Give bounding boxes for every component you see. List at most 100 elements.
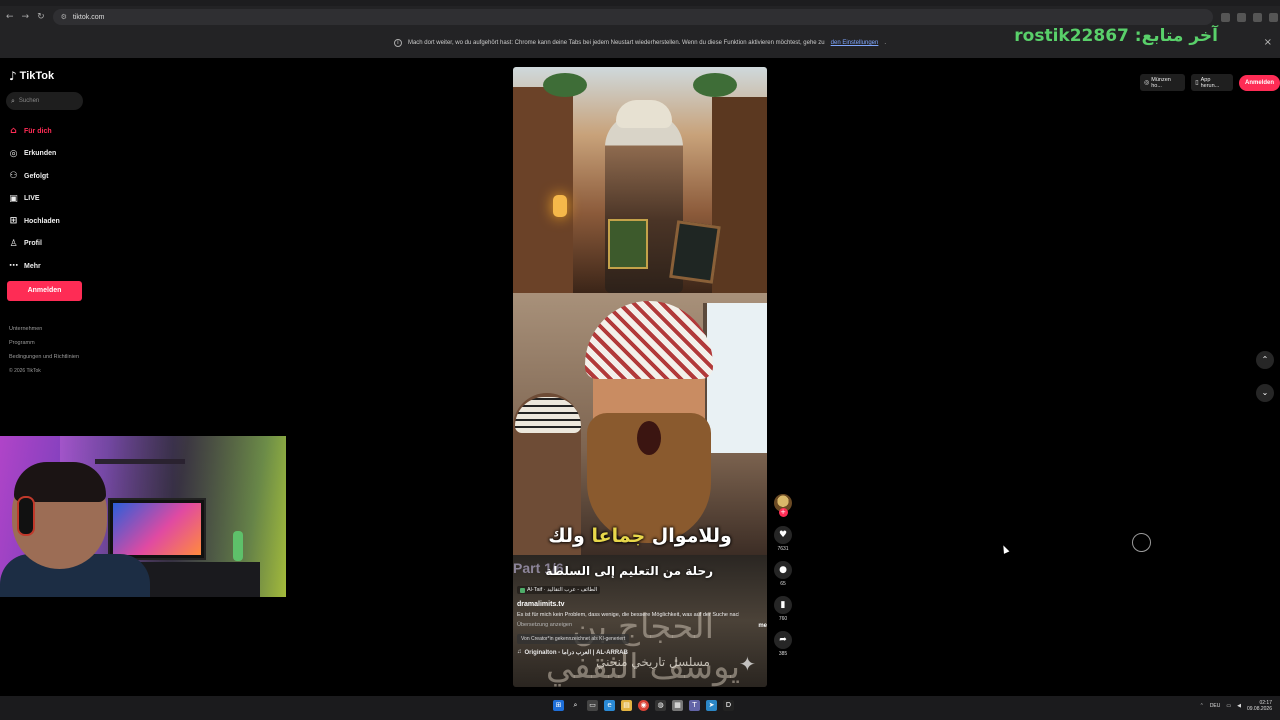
caption-highlight: جماعا bbox=[591, 525, 646, 547]
tray-lang[interactable]: DEU bbox=[1210, 703, 1221, 709]
footer-link-terms[interactable]: Bedingungen und Richtlinien bbox=[9, 350, 79, 364]
site-info-icon[interactable]: ⚙ bbox=[61, 13, 67, 21]
infobar-end: . bbox=[884, 40, 887, 46]
location-tag[interactable]: Al-Taif · الطائف - عرب التقاليد bbox=[517, 586, 601, 594]
caption-part-2: ولك bbox=[548, 525, 592, 547]
sidebar-item-label: Profil bbox=[24, 240, 42, 248]
screen: ← → ↻ ⚙ tiktok.com i Mach dort weiter, w… bbox=[0, 0, 1280, 720]
chevron-down-icon[interactable]: ⌄ bbox=[1256, 384, 1274, 402]
bookmark-star-icon[interactable] bbox=[1236, 12, 1246, 22]
sidebar-nav: ⌂ Für dich ◎ Erkunden ⚇ Gefolgt ▣ LIVE ⊞ Hochlade… bbox=[9, 120, 89, 278]
following-icon: ⚇ bbox=[9, 171, 18, 182]
sidebar-item-label: Erkunden bbox=[24, 150, 57, 158]
video-player[interactable]: الحجاج بن يوسف الثقفي مسلسل تاريخي منحني… bbox=[513, 67, 767, 687]
windows-start-icon[interactable]: ⊞ bbox=[553, 700, 564, 711]
tiktok-logo[interactable]: ♪ TikTok bbox=[9, 69, 54, 83]
like-count: 7631 bbox=[777, 546, 789, 552]
sidebar-login-button[interactable]: Anmelden bbox=[7, 281, 82, 301]
address-url: tiktok.com bbox=[72, 13, 105, 21]
loading-spinner bbox=[1132, 533, 1151, 552]
task-view-icon[interactable]: ▭ bbox=[587, 700, 598, 711]
app-icon-d[interactable]: D bbox=[723, 700, 734, 711]
get-app-button[interactable]: ▯ App herun... bbox=[1191, 74, 1233, 91]
infobar-settings-link[interactable]: den Einstellungen bbox=[831, 40, 879, 46]
notepad-icon[interactable]: ▦ bbox=[672, 700, 683, 711]
video-description: Es ist für mich kein Problem, dass wenig… bbox=[517, 611, 739, 618]
home-icon: ⌂ bbox=[10, 126, 17, 137]
sidebar-item-label: Gefolgt bbox=[24, 172, 49, 180]
back-icon[interactable]: ← bbox=[6, 12, 14, 22]
sidebar-item-live[interactable]: ▣ LIVE bbox=[9, 188, 89, 211]
translate-link[interactable]: Übersetzung anzeigen bbox=[517, 622, 763, 628]
comment-count: 65 bbox=[780, 581, 786, 587]
search-placeholder: Suchen bbox=[18, 98, 40, 104]
teams-icon[interactable]: T bbox=[689, 700, 700, 711]
header-login-button[interactable]: Anmelden bbox=[1238, 74, 1280, 91]
header-actions: ◎ Münzen ho... ▯ App herun... Anmelden bbox=[1140, 74, 1280, 91]
compass-icon: ◎ bbox=[9, 148, 18, 159]
tray-clock[interactable]: 02:17 09.08.2026 bbox=[1247, 700, 1272, 712]
search-icon: ⌕ bbox=[11, 96, 15, 105]
forward-icon[interactable]: → bbox=[22, 12, 30, 22]
sidepanel-icon[interactable] bbox=[1268, 12, 1278, 22]
mouse-cursor-icon bbox=[1000, 544, 1010, 554]
footer-link-program[interactable]: Programm bbox=[9, 336, 79, 350]
sound-link[interactable]: ♫ Originalton - العرب دراما | AL-ARRAB bbox=[517, 649, 763, 656]
volume-icon[interactable]: ◀ bbox=[1237, 703, 1241, 709]
chevron-up-icon[interactable]: ⌃ bbox=[1256, 351, 1274, 369]
video-meta: Al-Taif · الطائف - عرب التقاليد dramalim… bbox=[517, 586, 767, 656]
get-coins-button[interactable]: ◎ Münzen ho... bbox=[1140, 74, 1186, 91]
search-input[interactable]: ⌕ Suchen bbox=[6, 92, 83, 110]
share-icon[interactable]: ➦ bbox=[774, 631, 792, 649]
edge-icon[interactable]: e bbox=[604, 700, 615, 711]
phone-icon: ▯ bbox=[1195, 79, 1199, 86]
chrome-icon[interactable]: ◉ bbox=[638, 700, 649, 711]
close-icon[interactable]: × bbox=[1264, 37, 1272, 48]
extensions-icon[interactable] bbox=[1252, 12, 1262, 22]
sidebar-item-hochladen[interactable]: ⊞ Hochladen bbox=[9, 210, 89, 233]
more-link[interactable]: mehr bbox=[758, 623, 767, 629]
translate-icon[interactable] bbox=[1220, 12, 1230, 22]
bookmark-icon[interactable]: ▮ bbox=[774, 596, 792, 614]
tiktok-logo-text: TikTok bbox=[19, 70, 55, 82]
coin-icon: ◎ bbox=[1144, 79, 1150, 86]
video-frame-top bbox=[513, 67, 767, 293]
video-series-label: مسلسل تاريخي منحني bbox=[596, 655, 710, 669]
telegram-icon[interactable]: ➤ bbox=[706, 700, 717, 711]
reload-icon[interactable]: ↻ bbox=[37, 12, 45, 22]
sidebar-item-label: Hochladen bbox=[24, 217, 60, 225]
location-text: Al-Taif · الطائف - عرب التقاليد bbox=[527, 587, 598, 593]
address-bar[interactable]: ⚙ tiktok.com bbox=[52, 9, 1213, 25]
sidebar-item-gefolgt[interactable]: ⚇ Gefolgt bbox=[9, 165, 89, 188]
ai-generated-badge: Von Creator*in gekennzeichnet als KI-gen… bbox=[517, 633, 630, 644]
tiktok-note-icon: ♪ bbox=[9, 69, 17, 83]
sidebar-item-label: Mehr bbox=[24, 262, 41, 270]
like-heart-icon[interactable]: ♥ bbox=[774, 526, 792, 544]
file-explorer-icon[interactable]: ▤ bbox=[621, 700, 632, 711]
live-icon: ▣ bbox=[9, 193, 18, 204]
caption-part-1: وللاموال bbox=[645, 525, 732, 547]
sidebar-item-erkunden[interactable]: ◎ Erkunden bbox=[9, 143, 89, 166]
sparkle-icon: ✦ bbox=[739, 652, 756, 676]
headset-icon bbox=[17, 496, 35, 536]
windows-taskbar: ⊞ ⌕ ▭ e ▤ ◉ ◍ ▦ T ➤ D ⌃ DEU ▭ ◀ 02:17 09… bbox=[0, 696, 1280, 720]
chrome-info-icon: i bbox=[393, 39, 402, 47]
sidebar-item-für-dich[interactable]: ⌂ Für dich bbox=[9, 120, 89, 143]
footer-link-company[interactable]: Unternehmen bbox=[9, 322, 79, 336]
network-icon[interactable]: ▭ bbox=[1226, 703, 1231, 709]
sidebar-item-mehr[interactable]: ⋯ Mehr bbox=[9, 255, 89, 278]
obs-icon[interactable]: ◍ bbox=[655, 700, 666, 711]
sidebar-item-profil[interactable]: ♙ Profil bbox=[9, 233, 89, 256]
taskbar-search-icon[interactable]: ⌕ bbox=[570, 700, 581, 711]
sidebar-footer: Unternehmen Programm Bedingungen und Ric… bbox=[9, 322, 79, 378]
follow-plus-icon[interactable]: + bbox=[778, 508, 788, 517]
location-pin-icon bbox=[520, 587, 525, 593]
video-caption-main: وللاموال جماعا ولك bbox=[513, 525, 767, 547]
webcam-overlay bbox=[0, 436, 286, 597]
stream-last-follower: rostik22867 :آخر متابع bbox=[1014, 26, 1218, 46]
upload-icon: ⊞ bbox=[9, 216, 18, 227]
save-count: 760 bbox=[778, 616, 788, 622]
tray-chevron-icon[interactable]: ⌃ bbox=[1200, 703, 1204, 709]
comment-icon[interactable]: ● bbox=[774, 561, 792, 579]
author-name[interactable]: dramalimits.tv bbox=[517, 601, 763, 608]
